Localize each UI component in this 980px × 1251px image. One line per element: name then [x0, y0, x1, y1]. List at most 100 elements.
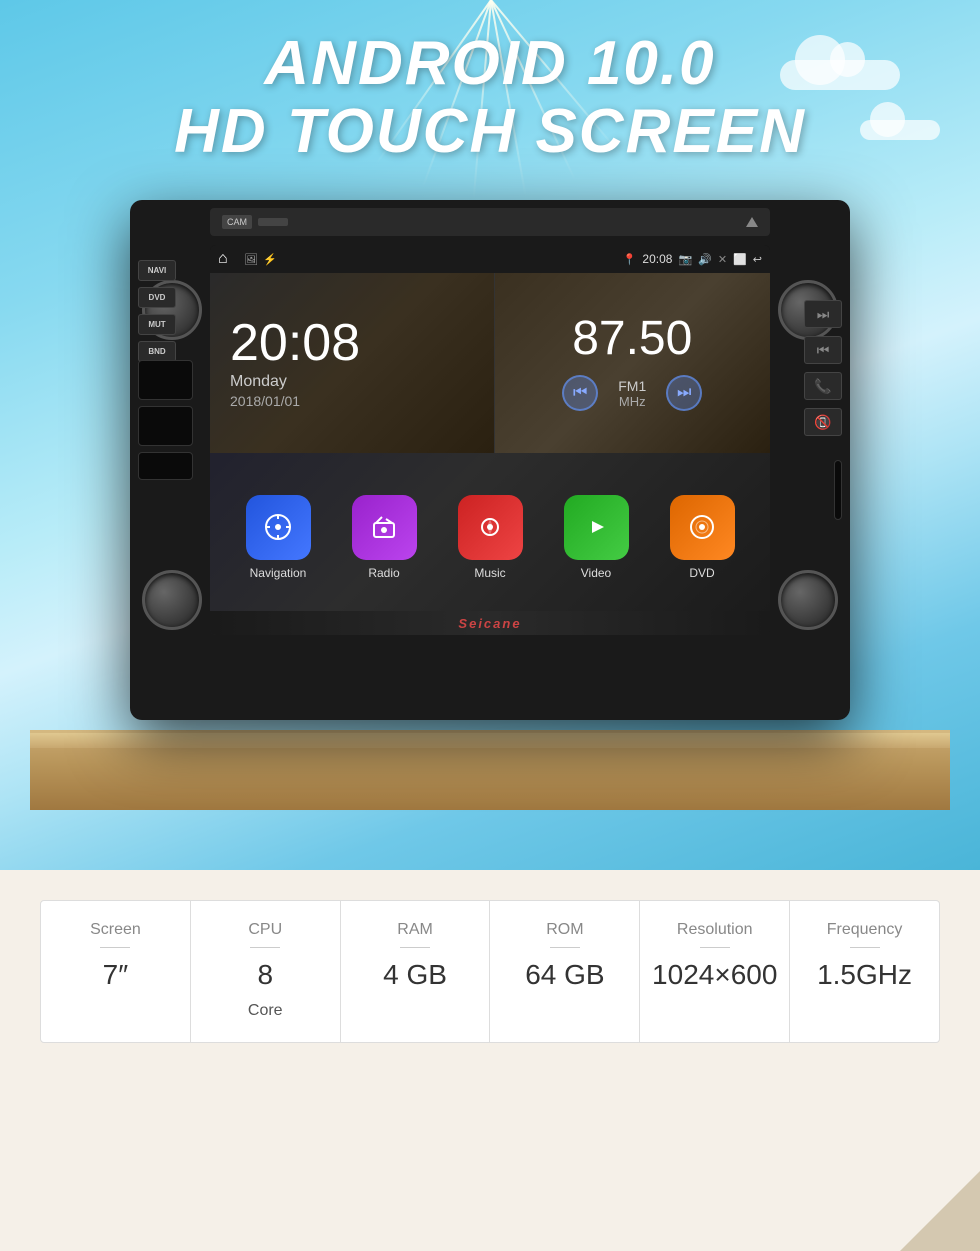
image-icon: 🖼	[244, 253, 258, 266]
radio-frequency: 87.50	[572, 315, 692, 363]
mut-button[interactable]: MUT	[138, 314, 176, 335]
app-radio-label: Radio	[368, 566, 399, 580]
music-app-icon	[458, 495, 523, 560]
radio-unit: MHz	[618, 394, 646, 409]
spec-cpu-value: 8 Core	[248, 960, 283, 1022]
home-icon[interactable]: ⌂	[218, 250, 236, 268]
radio-info: FM1 MHz	[618, 378, 646, 409]
usb-icon: ⚡	[263, 253, 277, 266]
spec-screen: Screen 7″	[40, 900, 191, 1043]
title-line1: ANDROID 10.0	[0, 30, 980, 98]
radio-section: 87.50 ⏮ FM1 MHz ⏭	[495, 273, 771, 453]
skip-back-icon: ⏮	[817, 342, 830, 359]
spec-cpu-label: CPU	[248, 921, 282, 939]
top-bar-triangle-icon	[746, 217, 758, 227]
radio-app-icon	[352, 495, 417, 560]
spec-resolution: Resolution 1024×600	[640, 900, 790, 1043]
app-navigation[interactable]: Navigation	[246, 495, 311, 580]
close-icon: ✕	[718, 253, 727, 266]
apps-row: Navigation Radio Music	[210, 453, 770, 611]
phone-answer-icon: 📞	[814, 378, 831, 395]
radio-band: FM1	[618, 378, 646, 394]
spec-rom: ROM 64 GB	[490, 900, 640, 1043]
spec-ram: RAM 4 GB	[341, 900, 491, 1043]
spec-rom-divider	[550, 947, 580, 948]
spec-ram-value: 4 GB	[383, 960, 447, 991]
right-buttons: ⏭ ⏮ 📞 📵	[804, 300, 842, 436]
spec-resolution-divider	[700, 947, 730, 948]
app-dvd-label: DVD	[689, 566, 714, 580]
app-radio[interactable]: Radio	[352, 495, 417, 580]
back-icon: ↩	[753, 253, 762, 266]
clock-time: 20:08	[230, 317, 474, 369]
window-icon: ⬜	[733, 253, 747, 266]
skip-back-button[interactable]: ⏮	[804, 336, 842, 364]
spec-cpu-divider	[250, 947, 280, 948]
radio-controls: ⏮ FM1 MHz ⏭	[562, 375, 702, 411]
app-video[interactable]: Video	[564, 495, 629, 580]
app-music[interactable]: Music	[458, 495, 523, 580]
skip-forward-button[interactable]: ⏭	[804, 300, 842, 328]
seicane-watermark: Seicane	[458, 616, 521, 631]
hero-section: ANDROID 10.0 HD TOUCH SCREEN CAM NAVI DV…	[0, 0, 980, 870]
bnd-button[interactable]: BND	[138, 341, 176, 362]
spec-ram-divider	[400, 947, 430, 948]
camera-icon: 📷	[678, 253, 692, 266]
spec-ram-label: RAM	[397, 921, 433, 939]
car-unit: CAM NAVI DVD MUT BND	[130, 200, 850, 780]
title-line2: HD TOUCH SCREEN	[0, 98, 980, 166]
cam-label: CAM	[222, 215, 252, 229]
info-bar: 20:08 Monday 2018/01/01 87.50 ⏮ FM1	[210, 273, 770, 453]
specs-grid: Screen 7″ CPU 8 Core RAM 4 GB ROM 64 GB …	[40, 900, 940, 1043]
left-holes	[138, 360, 193, 486]
nav-icon	[246, 495, 311, 560]
spec-frequency-label: Frequency	[827, 921, 903, 939]
spec-frequency-divider	[850, 947, 880, 948]
spec-resolution-value: 1024×600	[652, 960, 777, 991]
spec-resolution-label: Resolution	[677, 921, 753, 939]
phone-answer-button[interactable]: 📞	[804, 372, 842, 400]
unit-top-bar: CAM	[210, 208, 770, 236]
status-bar: ⌂ 🖼 ⚡ 📍 20:08 📷 🔊 ✕ ⬜ ↩	[210, 245, 770, 273]
location-icon: 📍	[623, 253, 637, 266]
clock-day: Monday	[230, 373, 474, 391]
skip-forward-icon: ⏭	[817, 306, 830, 323]
spec-screen-label: Screen	[90, 921, 141, 939]
app-dvd[interactable]: DVD	[670, 495, 735, 580]
hole-1	[138, 360, 193, 400]
app-music-label: Music	[474, 566, 505, 580]
radio-next-button[interactable]: ⏭	[666, 375, 702, 411]
spec-screen-divider	[100, 947, 130, 948]
spec-screen-value: 7″	[103, 960, 128, 991]
screen-content: 20:08 Monday 2018/01/01 87.50 ⏮ FM1	[210, 273, 770, 635]
unit-frame: CAM NAVI DVD MUT BND	[130, 200, 850, 720]
volume-icon: 🔊	[698, 253, 712, 266]
dvd-app-icon	[670, 495, 735, 560]
android-screen[interactable]: ⌂ 🖼 ⚡ 📍 20:08 📷 🔊 ✕ ⬜ ↩	[210, 245, 770, 635]
navi-button[interactable]: NAVI	[138, 260, 176, 281]
clock-date: 2018/01/01	[230, 393, 474, 409]
phone-hang-icon: 📵	[814, 414, 831, 431]
radio-prev-button[interactable]: ⏮	[562, 375, 598, 411]
clock-section: 20:08 Monday 2018/01/01	[210, 273, 495, 453]
hero-title: ANDROID 10.0 HD TOUCH SCREEN	[0, 30, 980, 166]
app-nav-label: Navigation	[250, 566, 307, 580]
spec-rom-label: ROM	[546, 921, 583, 939]
spec-cpu: CPU 8 Core	[191, 900, 341, 1043]
specs-section: Screen 7″ CPU 8 Core RAM 4 GB ROM 64 GB …	[0, 870, 980, 1251]
video-app-icon	[564, 495, 629, 560]
right-holes	[834, 460, 842, 520]
phone-hang-button[interactable]: 📵	[804, 408, 842, 436]
app-video-label: Video	[581, 566, 611, 580]
spec-cpu-unit: Core	[248, 1002, 283, 1019]
shelf	[30, 730, 950, 810]
seicane-bar: Seicane	[210, 611, 770, 635]
hole-2	[138, 406, 193, 446]
spec-rom-value: 64 GB	[525, 960, 604, 991]
hole-3	[138, 452, 193, 480]
left-buttons: NAVI DVD MUT BND	[138, 260, 176, 362]
left-knob-bottom[interactable]	[142, 570, 202, 630]
dvd-button[interactable]: DVD	[138, 287, 176, 308]
spec-frequency-value: 1.5GHz	[817, 960, 912, 991]
right-knob-bottom[interactable]	[778, 570, 838, 630]
